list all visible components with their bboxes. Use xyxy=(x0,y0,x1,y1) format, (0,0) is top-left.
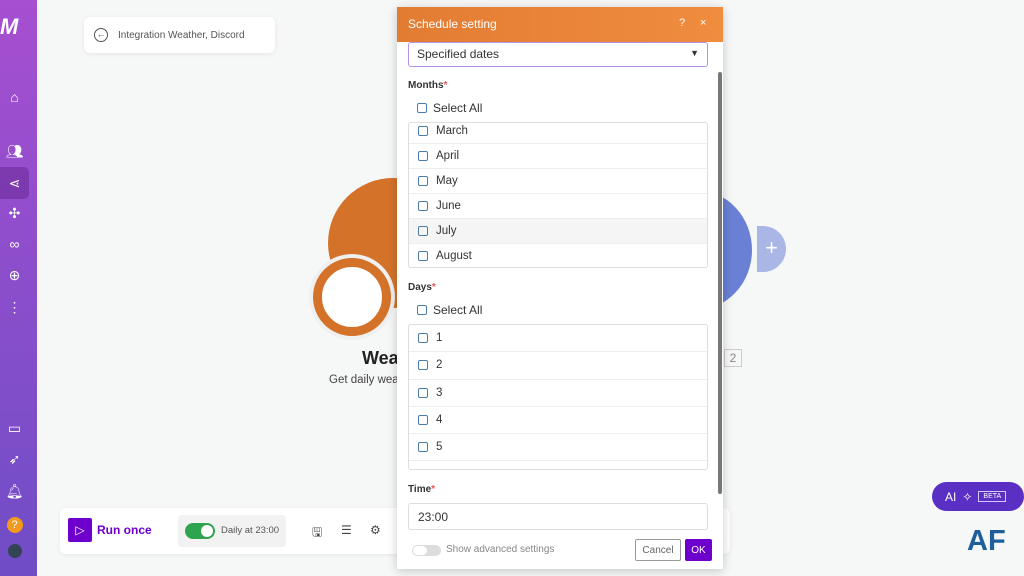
ok-button[interactable]: OK xyxy=(685,539,712,561)
add-module-button[interactable]: + xyxy=(757,226,786,272)
schedule-type-select[interactable]: Specified dates ▼ xyxy=(408,42,708,67)
make-logo[interactable]: M xyxy=(0,14,18,40)
dialog-header: Schedule setting ? × xyxy=(397,7,723,42)
help-icon[interactable]: ? xyxy=(0,511,29,535)
month-item[interactable]: March xyxy=(409,123,707,144)
schedule-setting-dialog: Schedule setting ? × Specified dates ▼ M… xyxy=(397,7,723,569)
day-item[interactable]: 3 xyxy=(409,380,707,407)
more-icon[interactable]: ⋮ xyxy=(0,295,29,319)
module-title: Wea xyxy=(362,348,399,368)
cancel-button[interactable]: Cancel xyxy=(635,539,681,561)
connections-link-icon[interactable]: ∞ xyxy=(0,232,29,256)
caret-down-icon: ▼ xyxy=(690,48,699,58)
dialog-title: Schedule setting xyxy=(408,17,497,31)
close-icon[interactable]: × xyxy=(700,17,706,29)
apps-puzzle-icon[interactable]: ✣ xyxy=(0,201,29,225)
month-item[interactable]: August xyxy=(409,244,707,267)
advanced-settings-toggle[interactable] xyxy=(412,545,441,556)
bell-icon[interactable]: 🔔︎ xyxy=(0,479,29,503)
days-label: Days* xyxy=(408,282,436,293)
scenarios-icon[interactable]: ⋖ xyxy=(0,167,29,199)
time-label: Time* xyxy=(408,484,436,495)
back-arrow-icon[interactable]: ← xyxy=(94,28,108,42)
schedule-toggle[interactable] xyxy=(185,523,215,539)
checkbox[interactable] xyxy=(417,103,427,113)
months-label: Months* xyxy=(408,80,448,91)
ai-assistant-button[interactable]: AI ✧ BETA xyxy=(932,482,1024,511)
sidebar: M ⌂ 👥︎ ⋖ ✣ ∞ ⊕ ⋮ ▭ ➶ 🔔︎ ? xyxy=(0,0,37,576)
scenario-title: Integration Weather, Discord xyxy=(118,29,245,41)
team-icon[interactable]: 👥︎ xyxy=(0,139,29,163)
schedule-control[interactable]: Daily at 23:00 xyxy=(178,515,286,547)
day-item[interactable]: 4 xyxy=(409,407,707,435)
save-icon[interactable]: 🖫 xyxy=(312,523,322,544)
month-item[interactable]: April xyxy=(409,144,707,169)
sparkle-icon: ✧ xyxy=(962,489,973,504)
schedule-label[interactable]: Daily at 23:00 xyxy=(221,525,279,536)
month-item[interactable]: May xyxy=(409,169,707,194)
clock-icon[interactable] xyxy=(313,258,391,336)
day-item[interactable]: 2 xyxy=(409,352,707,380)
months-select-all[interactable]: Select All xyxy=(417,101,482,115)
blueprint-icon[interactable]: ☰ xyxy=(341,523,352,537)
run-once-button[interactable]: Run once xyxy=(97,523,152,537)
day-item[interactable]: 1 xyxy=(409,325,707,353)
months-list[interactable]: March April May June July August xyxy=(408,122,708,268)
module-number-badge: 2 xyxy=(724,349,742,367)
avatar[interactable] xyxy=(0,541,29,565)
webhooks-globe-icon[interactable]: ⊕ xyxy=(0,263,29,287)
time-input[interactable]: 23:00 xyxy=(408,503,708,530)
days-select-all[interactable]: Select All xyxy=(417,303,482,317)
checkbox[interactable] xyxy=(417,305,427,315)
breadcrumb: ← Integration Weather, Discord xyxy=(84,17,275,53)
module-subtitle: Get daily wea xyxy=(329,374,399,386)
watermark-logo: AF xyxy=(967,525,1006,557)
month-item[interactable]: June xyxy=(409,194,707,219)
help-icon[interactable]: ? xyxy=(679,17,685,29)
month-item[interactable]: July xyxy=(409,219,707,244)
beta-badge: BETA xyxy=(978,491,1007,502)
schedule-type-value: Specified dates xyxy=(417,47,500,61)
advanced-settings-label[interactable]: Show advanced settings xyxy=(446,544,554,555)
ai-label: AI xyxy=(945,489,957,504)
play-icon[interactable]: ▷ xyxy=(68,518,92,542)
day-item[interactable]: 5 xyxy=(409,434,707,462)
days-list[interactable]: 1 2 3 4 5 xyxy=(408,324,708,470)
dialog-scrollbar[interactable] xyxy=(718,72,722,494)
rocket-icon[interactable]: ➶ xyxy=(0,447,29,471)
home-icon[interactable]: ⌂ xyxy=(0,85,29,109)
gear-icon[interactable]: ⚙ xyxy=(370,523,381,537)
docs-book-icon[interactable]: ▭ xyxy=(0,416,29,440)
